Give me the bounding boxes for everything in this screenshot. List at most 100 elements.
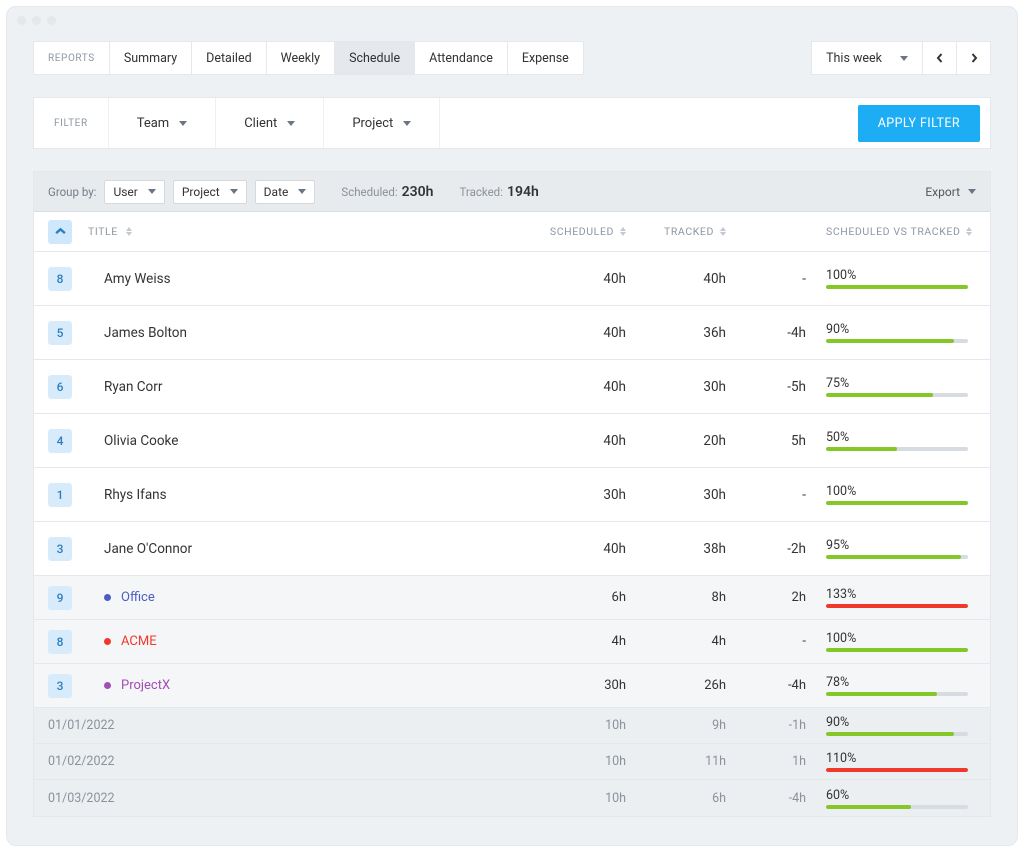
date-prev-button[interactable] — [923, 41, 957, 75]
row-title: 01/03/2022 — [48, 791, 516, 806]
table-row[interactable]: 01/01/202210h9h-1h90% — [34, 708, 990, 744]
row-diff: 5h — [726, 433, 806, 449]
row-title: Office — [88, 590, 516, 605]
filter-client-dropdown[interactable]: Client — [216, 98, 323, 148]
row-diff: 1h — [726, 754, 806, 769]
row-badge: 3 — [48, 537, 72, 561]
table-row[interactable]: 8ACME4h4h-100% — [34, 620, 990, 664]
row-scheduled: 40h — [516, 325, 626, 341]
row-progress: 133% — [806, 587, 976, 608]
window-dot — [47, 16, 56, 25]
row-title: 01/02/2022 — [48, 754, 516, 769]
progress-bar — [826, 604, 968, 608]
table-row[interactable]: 6Ryan Corr40h30h-5h75% — [34, 360, 990, 414]
chevron-down-icon — [179, 121, 187, 126]
progress-bar — [826, 768, 968, 772]
row-badge: 8 — [48, 630, 72, 654]
filter-label: FILTER — [34, 118, 108, 129]
date-next-button[interactable] — [957, 41, 991, 75]
progress-bar — [826, 805, 968, 809]
chevron-down-icon — [298, 189, 306, 194]
table-header: TITLE SCHEDULED TRACKED SCHEDULED VS TRA… — [34, 212, 990, 252]
window-titlebar — [7, 7, 1017, 33]
tab-schedule[interactable]: Schedule — [335, 42, 415, 74]
group-by-project-select[interactable]: Project — [173, 180, 247, 204]
table-row[interactable]: 01/03/202210h6h-4h60% — [34, 780, 990, 816]
row-progress: 50% — [806, 430, 976, 451]
row-progress: 95% — [806, 538, 976, 559]
row-title: Amy Weiss — [88, 271, 516, 287]
tracked-stat: Tracked:194h — [459, 184, 538, 200]
row-tracked: 9h — [626, 718, 726, 733]
row-title: Olivia Cooke — [88, 433, 516, 449]
tab-expense[interactable]: Expense — [508, 42, 583, 74]
table-row[interactable]: 8Amy Weiss40h40h-100% — [34, 252, 990, 306]
group-by-user-select[interactable]: User — [104, 180, 164, 204]
chevron-down-icon — [968, 189, 976, 194]
progress-bar — [826, 692, 968, 696]
row-tracked: 36h — [626, 325, 726, 341]
row-scheduled: 4h — [516, 634, 626, 649]
row-tracked: 40h — [626, 271, 726, 287]
row-badge: 3 — [48, 674, 72, 698]
group-by-date-select[interactable]: Date — [255, 180, 316, 204]
row-scheduled: 6h — [516, 590, 626, 605]
row-tracked: 6h — [626, 791, 726, 806]
row-scheduled: 40h — [516, 433, 626, 449]
collapse-all-button[interactable] — [48, 220, 72, 244]
col-scheduled-vs-tracked[interactable]: SCHEDULED VS TRACKED — [806, 225, 976, 238]
table-row[interactable]: 1Rhys Ifans30h30h-100% — [34, 468, 990, 522]
table-row[interactable]: 3Jane O'Connor40h38h-2h95% — [34, 522, 990, 576]
row-progress: 100% — [806, 484, 976, 505]
progress-bar — [826, 285, 968, 289]
tab-detailed[interactable]: Detailed — [192, 42, 266, 74]
progress-bar — [826, 555, 968, 559]
scheduled-stat: Scheduled:230h — [341, 184, 433, 200]
progress-bar — [826, 732, 968, 736]
table-row[interactable]: 3ProjectX30h26h-4h78% — [34, 664, 990, 708]
row-diff: 2h — [726, 590, 806, 605]
row-progress: 100% — [806, 268, 976, 289]
table-row[interactable]: 4Olivia Cooke40h20h5h50% — [34, 414, 990, 468]
row-diff: - — [726, 271, 806, 287]
report-tabs: REPORTS SummaryDetailedWeeklyScheduleAtt… — [33, 41, 584, 75]
group-by-bar: Group by: UserProjectDate Scheduled:230h… — [34, 172, 990, 212]
row-diff: -4h — [726, 791, 806, 806]
row-diff: - — [726, 487, 806, 503]
tab-attendance[interactable]: Attendance — [415, 42, 508, 74]
progress-bar — [826, 648, 968, 652]
col-title[interactable]: TITLE — [88, 225, 516, 238]
progress-bar — [826, 501, 968, 505]
table-row[interactable]: 9Office6h8h2h133% — [34, 576, 990, 620]
sort-icon — [720, 227, 726, 236]
row-tracked: 26h — [626, 678, 726, 693]
row-scheduled: 10h — [516, 791, 626, 806]
export-dropdown[interactable]: Export — [925, 185, 976, 199]
chevron-down-icon — [287, 121, 295, 126]
apply-filter-button[interactable]: APPLY FILTER — [858, 105, 980, 142]
col-tracked[interactable]: TRACKED — [626, 225, 726, 238]
row-title: Ryan Corr — [88, 379, 516, 395]
filter-project-dropdown[interactable]: Project — [324, 98, 439, 148]
table-row[interactable]: 01/02/202210h11h1h110% — [34, 744, 990, 780]
date-range-select[interactable]: This week — [811, 41, 923, 75]
row-tracked: 38h — [626, 541, 726, 557]
chevron-down-icon — [900, 56, 908, 61]
row-diff: -4h — [726, 678, 806, 693]
tab-weekly[interactable]: Weekly — [267, 42, 335, 74]
row-scheduled: 30h — [516, 678, 626, 693]
row-title: Rhys Ifans — [88, 487, 516, 503]
reports-label: REPORTS — [34, 42, 110, 74]
col-scheduled[interactable]: SCHEDULED — [516, 225, 626, 238]
row-title: 01/01/2022 — [48, 718, 516, 733]
row-progress: 60% — [806, 788, 976, 809]
tab-summary[interactable]: Summary — [110, 42, 192, 74]
sort-icon — [126, 227, 132, 236]
chevron-down-icon — [148, 189, 156, 194]
row-progress: 110% — [806, 751, 976, 772]
row-badge: 5 — [48, 321, 72, 345]
table-row[interactable]: 5James Bolton40h36h-4h90% — [34, 306, 990, 360]
row-progress: 78% — [806, 675, 976, 696]
progress-bar — [826, 339, 968, 343]
filter-team-dropdown[interactable]: Team — [109, 98, 216, 148]
